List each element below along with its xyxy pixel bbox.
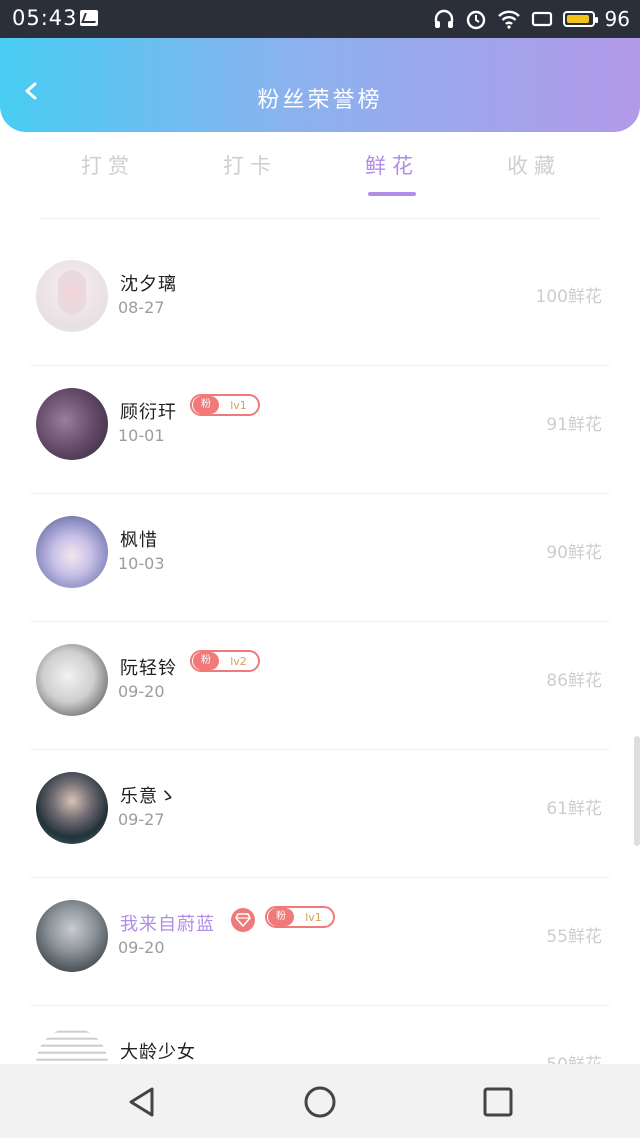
scrollbar[interactable] [634,736,640,846]
user-name: 乐意ゝ [120,786,177,807]
tab-reward[interactable]: 打赏 [58,150,158,180]
user-name: 大龄少女 [120,1042,196,1063]
list-item[interactable]: 我来自蔚蓝 粉 lv1 09-20 55鲜花 [0,878,640,1006]
tab-indicator [368,192,416,196]
list-item[interactable]: 顾衍玕 粉 lv1 10-01 91鲜花 [0,366,640,494]
tab-divider [40,218,600,219]
tab-label: 打赏 [81,154,135,178]
avatar [36,900,108,972]
flower-count: 91鲜花 [546,415,602,435]
flower-count: 90鲜花 [546,543,602,563]
tab-flowers[interactable]: 鲜花 [342,150,442,196]
system-nav-bar [0,1064,640,1138]
app-header: 粉丝荣誉榜 [0,38,640,132]
avatar [36,260,108,332]
home-circle-icon[interactable] [302,1084,338,1120]
tab-label: 收藏 [507,154,561,178]
fan-label: 粉 [193,652,219,670]
status-time: 05:43 [12,6,78,30]
flower-count: 61鲜花 [546,799,602,819]
list-item[interactable]: 乐意ゝ 09-27 61鲜花 [0,750,640,878]
battery-level: 96 [604,7,630,31]
list-item[interactable]: 枫惜 10-03 90鲜花 [0,494,640,622]
user-date: 09-20 [118,938,165,957]
status-bar: 05:43 96 [0,0,640,38]
alarm-icon [466,10,485,30]
list-item[interactable]: 沈夕璃 08-27 100鲜花 [0,238,640,366]
flower-count: 55鲜花 [546,927,602,947]
user-date: 09-27 [118,810,165,829]
level-label: lv1 [305,910,322,924]
fan-level-badge: 粉 lv1 [190,394,260,416]
user-date: 09-20 [118,682,165,701]
fan-level-badge: 粉 lv2 [190,650,260,672]
avatar [36,1028,108,1064]
avatar [36,772,108,844]
wifi-icon [497,10,520,29]
level-label: lv1 [230,398,247,412]
tab-label: 鲜花 [365,154,419,178]
tab-checkin[interactable]: 打卡 [200,150,300,180]
user-name: 我来自蔚蓝 [120,914,215,935]
ranking-list: 沈夕璃 08-27 100鲜花 顾衍玕 粉 lv1 10-01 91鲜花 枫惜 … [0,238,640,1064]
fan-label: 粉 [193,396,219,414]
user-name: 沈夕璃 [120,274,177,295]
headphones-icon [434,9,453,28]
tab-bar: 打赏 打卡 鲜花 收藏 [0,132,640,218]
list-item[interactable]: 大龄少女 50鲜花 [0,1006,640,1064]
level-label: lv2 [230,654,247,668]
flower-count: 86鲜花 [546,671,602,691]
flower-count: 50鲜花 [546,1050,602,1064]
tab-favorites[interactable]: 收藏 [484,150,584,180]
avatar [36,388,108,460]
avatar [36,644,108,716]
fan-level-badge: 粉 lv1 [265,906,335,928]
message-icon [80,10,98,26]
signal-icon [531,11,552,27]
avatar [36,516,108,588]
status-icons: 96 [433,4,630,34]
user-name: 阮轻铃 [120,658,177,679]
recents-square-icon[interactable] [480,1084,516,1120]
user-date: 10-03 [118,554,165,573]
battery-icon [562,11,598,27]
back-triangle-icon[interactable] [124,1084,160,1120]
user-date: 10-01 [118,426,165,445]
page-title: 粉丝荣誉榜 [257,88,383,113]
user-name: 顾衍玕 [120,402,177,423]
list-item[interactable]: 阮轻铃 粉 lv2 09-20 86鲜花 [0,622,640,750]
tab-label: 打卡 [223,154,277,178]
user-name: 枫惜 [120,530,158,551]
flower-count: 100鲜花 [535,287,602,307]
diamond-icon [231,908,255,932]
fan-label: 粉 [268,908,294,926]
user-date: 08-27 [118,298,165,317]
